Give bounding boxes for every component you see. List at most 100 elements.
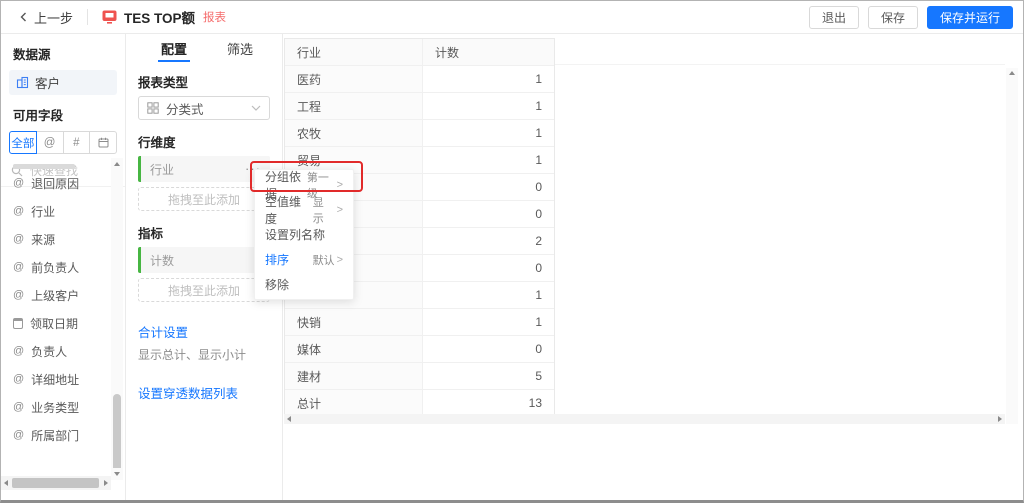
row-dimension-item-industry[interactable]: 行业 ··· [138, 156, 270, 182]
filter-tab-date[interactable] [89, 131, 117, 154]
field-item[interactable]: 领取日期 [1, 309, 111, 337]
drill-through-link[interactable]: 设置穿透数据列表 [138, 383, 270, 402]
grid-icon [147, 102, 159, 114]
report-type-label: 报表类型 [138, 76, 189, 90]
at-icon: @ [13, 177, 25, 189]
filter-tab-text[interactable]: @ [35, 131, 64, 154]
scroll-up-button[interactable] [111, 158, 123, 170]
report-type-value: 分类式 [166, 102, 204, 117]
preview-horizontal-scrollbar[interactable] [284, 414, 1005, 424]
table-row[interactable]: 农牧 1 [285, 119, 554, 146]
field-item[interactable]: @ 来源 [1, 225, 111, 253]
calendar-icon [13, 317, 23, 329]
row-dimension-item-label: 行业 [150, 162, 175, 177]
arrow-up-icon [114, 162, 120, 166]
fields-heading: 可用字段 [13, 109, 64, 123]
arrow-left-icon [4, 480, 8, 486]
report-title: TES TOP额 [124, 11, 196, 26]
report-builder-window: 上一步 TES TOP额 报表 退出 保存 保存并运行 数据源 客户 可用字段 … [0, 0, 1024, 503]
chevron-left-icon [19, 12, 28, 22]
totals-settings-desc: 显示总计、显示小计 [138, 348, 247, 362]
report-type-select[interactable]: 分类式 [138, 96, 270, 120]
report-type-tag: 报表 [203, 12, 227, 24]
datasource-label: 客户 [35, 77, 61, 91]
arrow-down-icon [114, 472, 120, 476]
field-item[interactable]: @ 所属部门 [1, 421, 111, 443]
save-and-run-button[interactable]: 保存并运行 [926, 5, 1013, 29]
save-button[interactable]: 保存 [867, 5, 918, 29]
config-tabs: 配置 筛选 [126, 34, 282, 62]
table-row[interactable]: 快销 1 [285, 308, 554, 335]
arrow-left-icon [287, 416, 291, 422]
scroll-down-button[interactable] [111, 468, 123, 480]
sidebar-horizontal-scrollbar[interactable] [1, 476, 111, 490]
metric-item-count[interactable]: 计数 [138, 247, 270, 273]
preview-vertical-scrollbar[interactable] [1006, 68, 1018, 424]
at-icon: @ [13, 401, 25, 413]
field-item[interactable]: @ 负责人 [1, 337, 111, 365]
field-item[interactable]: @ 前负责人 [1, 253, 111, 281]
preview-area: 行业 计数 医药 1 工程 1 农牧 1 贸易 1 0 0 2 0 1 快销 1… [283, 34, 1023, 500]
topbar: 上一步 TES TOP额 报表 退出 保存 保存并运行 [1, 1, 1023, 34]
calendar-icon [98, 137, 109, 148]
scrollbar-thumb[interactable] [12, 478, 99, 488]
at-icon: @ [13, 345, 25, 357]
field-item[interactable]: @ 行业 [1, 197, 111, 225]
table-row[interactable]: 医药 1 [285, 65, 554, 92]
totals-settings-link[interactable]: 合计设置 [138, 322, 270, 341]
context-menu-item[interactable]: 排序 默认 > [255, 247, 353, 272]
report-icon [102, 10, 117, 24]
table-header-row: 行业 计数 [285, 39, 554, 65]
tab-config[interactable]: 配置 [157, 34, 191, 62]
arrow-right-icon [104, 480, 108, 486]
field-item[interactable]: @ 退回原因 [1, 169, 111, 197]
datasource-item-customer[interactable]: 客户 [9, 70, 117, 95]
at-icon: @ [13, 429, 25, 441]
back-button[interactable]: 上一步 [19, 8, 73, 27]
context-menu: 分组依据 第一级 > 空值维度 显示 > 设置列名称 > [254, 169, 354, 300]
header-border-extension [555, 64, 1005, 65]
field-item[interactable]: @ 上级客户 [1, 281, 111, 309]
divider [87, 9, 89, 25]
tab-filter[interactable]: 筛选 [227, 34, 253, 62]
metrics-dropzone[interactable]: 拖拽至此添加 [138, 278, 270, 302]
table-row[interactable]: 工程 1 [285, 92, 554, 119]
arrow-right-icon [998, 416, 1002, 422]
table-row[interactable]: 总计 13 [285, 389, 554, 416]
field-item[interactable]: @ 业务类型 [1, 393, 111, 421]
context-menu-item[interactable]: 设置列名称 > [255, 222, 353, 247]
metrics-label: 指标 [138, 227, 164, 241]
filter-tab-all[interactable]: 全部 [9, 131, 37, 154]
context-menu-item[interactable]: 移除 > [255, 272, 353, 297]
table-row[interactable]: 建材 5 [285, 362, 554, 389]
field-list: @ 退回原因 @ 行业 @ 来源 @ 前负责人 @ 上级客户 领取日期 @ 负责… [1, 158, 111, 443]
row-dimension-label: 行维度 [138, 136, 176, 150]
at-icon: @ [13, 261, 25, 273]
chevron-down-icon [251, 105, 261, 111]
building-icon [16, 76, 29, 89]
clipped-field-item[interactable] [1, 158, 111, 169]
context-menu-item[interactable]: 空值维度 显示 > [255, 195, 353, 226]
arrow-up-icon [1009, 71, 1015, 75]
row-dimension-dropzone[interactable]: 拖拽至此添加 [138, 187, 270, 211]
sidebar-vertical-scrollbar[interactable] [111, 158, 123, 480]
table-row[interactable]: 媒体 0 [285, 335, 554, 362]
exit-button[interactable]: 退出 [808, 5, 859, 29]
datasource-heading: 数据源 [13, 48, 51, 62]
at-icon: @ [13, 205, 25, 217]
at-icon: @ [13, 373, 25, 385]
field-item[interactable]: @ 详细地址 [1, 365, 111, 393]
at-icon: @ [13, 289, 25, 301]
at-icon: @ [13, 233, 25, 245]
metric-item-label: 计数 [150, 253, 175, 268]
filter-tab-number[interactable]: # [62, 131, 91, 154]
sidebar: 数据源 客户 可用字段 全部 @ # 快速查找 @ 退回原因 @ 行业 @ 来源… [1, 34, 126, 500]
field-filter-tabs: 全部 @ # [9, 131, 117, 154]
chevron-right-icon: > [336, 253, 343, 266]
chevron-right-icon: > [336, 203, 343, 216]
chevron-right-icon: > [336, 178, 343, 191]
column-header-dimension: 行业 [285, 39, 423, 65]
clipped-text [13, 164, 75, 169]
column-header-measure: 计数 [423, 39, 554, 65]
back-label: 上一步 [34, 10, 74, 26]
